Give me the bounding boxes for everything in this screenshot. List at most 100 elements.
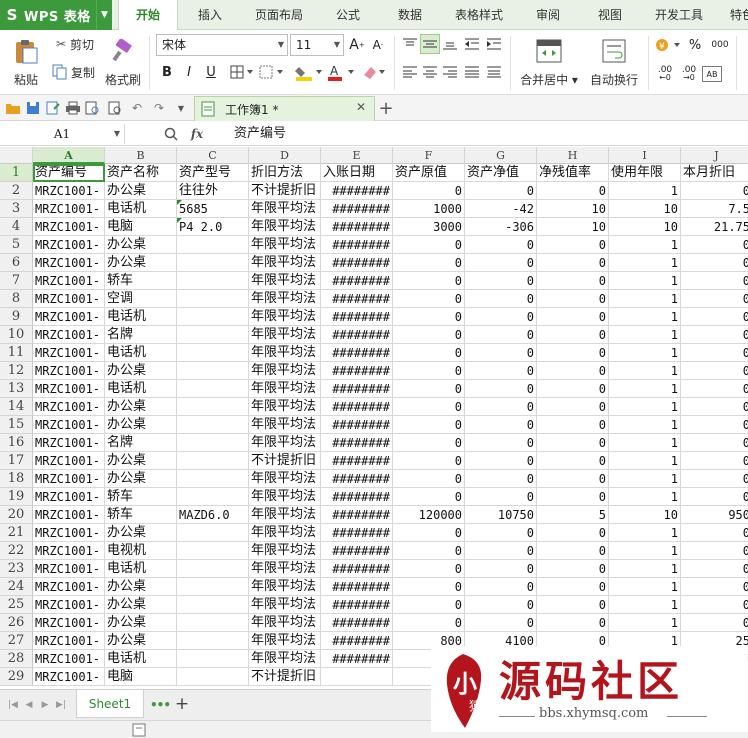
table-cell[interactable]: 0 [681, 560, 748, 578]
table-cell[interactable] [321, 668, 393, 686]
table-cell[interactable]: 0 [393, 362, 465, 380]
table-cell[interactable] [177, 524, 249, 542]
table-cell[interactable] [177, 398, 249, 416]
more-sheets-button[interactable]: ••• [150, 696, 171, 714]
table-cell[interactable]: 办公桌 [105, 398, 177, 416]
table-cell[interactable] [177, 344, 249, 362]
table-cell[interactable]: 0 [681, 434, 748, 452]
column-header-c[interactable]: C [177, 147, 249, 164]
table-cell[interactable]: 办公桌 [105, 416, 177, 434]
table-cell[interactable]: 0 [537, 290, 609, 308]
table-cell[interactable]: 0 [393, 614, 465, 632]
table-cell[interactable] [177, 542, 249, 560]
table-cell[interactable]: 0 [393, 470, 465, 488]
table-cell[interactable]: 0 [681, 614, 748, 632]
table-cell[interactable] [177, 290, 249, 308]
fill-color-button[interactable] [294, 62, 324, 82]
header-cell[interactable]: 资产型号 [177, 164, 249, 182]
table-cell[interactable]: 0 [681, 416, 748, 434]
table-cell[interactable]: ######## [321, 470, 393, 488]
table-cell[interactable]: 年限平均法 [249, 578, 321, 596]
borders-button[interactable] [228, 62, 256, 82]
table-cell[interactable] [177, 272, 249, 290]
table-cell[interactable]: 1 [609, 596, 681, 614]
table-cell[interactable]: 年限平均法 [249, 200, 321, 218]
table-cell[interactable] [177, 434, 249, 452]
row-header[interactable]: 7 [0, 272, 33, 290]
table-cell[interactable]: 年限平均法 [249, 272, 321, 290]
tab-home[interactable]: 开始 [118, 0, 178, 31]
row-header[interactable]: 4 [0, 218, 33, 236]
paste-button[interactable]: 粘贴 [8, 34, 44, 92]
tab-table-style[interactable]: 表格样式 [444, 0, 514, 30]
table-cell[interactable]: 0 [681, 524, 748, 542]
header-cell[interactable]: 使用年限 [609, 164, 681, 182]
table-cell[interactable]: 电话机 [105, 560, 177, 578]
table-cell[interactable]: 1 [609, 416, 681, 434]
table-cell[interactable] [177, 452, 249, 470]
row-header[interactable]: 15 [0, 416, 33, 434]
undo-button[interactable]: ↶ [128, 99, 146, 117]
table-cell[interactable]: 年限平均法 [249, 326, 321, 344]
column-header-j[interactable]: J [681, 147, 748, 164]
tab-view[interactable]: 视图 [584, 0, 636, 30]
formula-input[interactable]: 资产编号 [224, 124, 744, 144]
table-cell[interactable]: 0 [393, 236, 465, 254]
table-cell[interactable]: MRZC1001- [33, 200, 105, 218]
table-cell[interactable]: MRZC1001- [33, 614, 105, 632]
app-menu-button[interactable]: S WPS 表格 ▼ [0, 0, 112, 30]
underline-button[interactable]: U [202, 62, 220, 82]
table-cell[interactable] [177, 254, 249, 272]
tab-insert[interactable]: 插入 [182, 0, 238, 30]
table-cell[interactable]: 0 [393, 290, 465, 308]
table-cell[interactable]: 0 [465, 596, 537, 614]
table-cell[interactable]: 0 [537, 488, 609, 506]
table-cell[interactable]: 1 [609, 524, 681, 542]
table-cell[interactable]: 1 [609, 614, 681, 632]
table-cell[interactable]: MRZC1001- [33, 434, 105, 452]
table-cell[interactable]: 名牌 [105, 434, 177, 452]
table-cell[interactable]: 0 [393, 542, 465, 560]
table-cell[interactable]: 年限平均法 [249, 344, 321, 362]
table-cell[interactable]: 1 [609, 542, 681, 560]
table-cell[interactable]: -42 [465, 200, 537, 218]
column-header-f[interactable]: F [393, 147, 465, 164]
table-cell[interactable]: 0 [681, 344, 748, 362]
table-cell[interactable]: 年限平均法 [249, 218, 321, 236]
table-cell[interactable]: 0 [465, 254, 537, 272]
column-header-i[interactable]: I [609, 147, 681, 164]
table-cell[interactable]: MRZC1001- [33, 182, 105, 200]
column-header-g[interactable]: G [465, 147, 537, 164]
table-cell[interactable]: 轿车 [105, 506, 177, 524]
last-sheet-button[interactable]: ▶| [54, 698, 68, 712]
column-header-a[interactable]: A [33, 147, 105, 164]
table-cell[interactable]: ######## [321, 416, 393, 434]
column-header-h[interactable]: H [537, 147, 609, 164]
table-cell[interactable]: ######## [321, 488, 393, 506]
number-format-button[interactable]: AB [702, 66, 722, 82]
table-cell[interactable]: 不计提折旧 [249, 452, 321, 470]
table-cell[interactable]: 0 [393, 578, 465, 596]
align-left-button[interactable] [402, 64, 418, 80]
tab-review[interactable]: 审阅 [522, 0, 574, 30]
table-cell[interactable]: 电话机 [105, 200, 177, 218]
cut-button[interactable]: ✂ 剪切 [52, 34, 100, 54]
table-cell[interactable]: ######## [321, 506, 393, 524]
align-middle-button[interactable] [420, 34, 440, 54]
first-sheet-button[interactable]: |◀ [6, 698, 20, 712]
table-cell[interactable]: ######## [321, 614, 393, 632]
table-cell[interactable]: 1 [609, 434, 681, 452]
open-button[interactable] [4, 99, 22, 117]
table-cell[interactable]: 年限平均法 [249, 398, 321, 416]
table-cell[interactable]: 0 [465, 380, 537, 398]
table-cell[interactable]: 办公桌 [105, 470, 177, 488]
bold-button[interactable]: B [158, 62, 176, 82]
table-cell[interactable]: 950 [681, 506, 748, 524]
table-cell[interactable]: 1 [609, 452, 681, 470]
save-button[interactable] [24, 99, 42, 117]
table-cell[interactable]: 电话机 [105, 308, 177, 326]
row-header[interactable]: 2 [0, 182, 33, 200]
row-header[interactable]: 19 [0, 488, 33, 506]
table-cell[interactable]: 0 [537, 416, 609, 434]
table-cell[interactable]: 轿车 [105, 488, 177, 506]
